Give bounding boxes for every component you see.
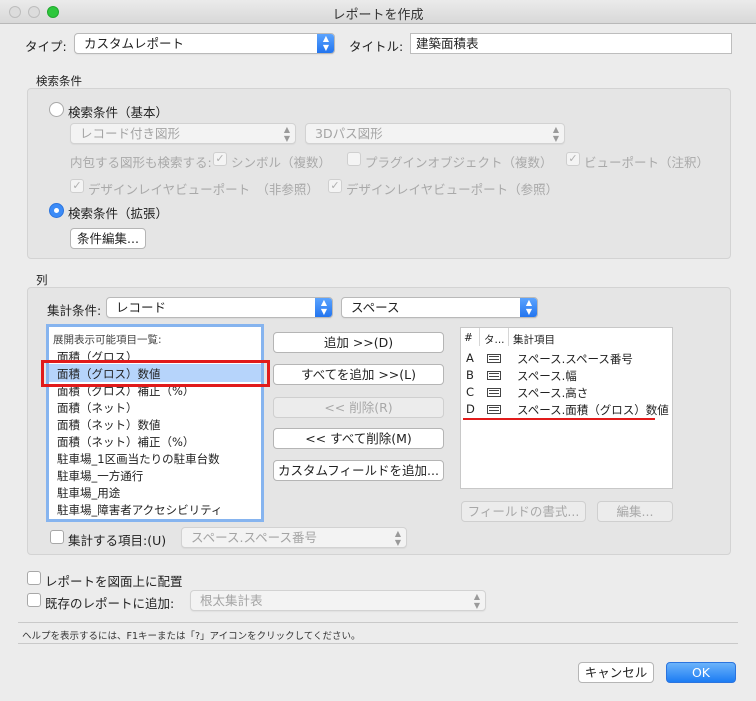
symbol-label: シンボル（複数） (231, 155, 332, 170)
path-shape-popup[interactable]: 3Dパス図形 ▲ ▼ (305, 123, 565, 144)
table-row-letter: D (466, 402, 475, 416)
type-label: タイプ: (25, 39, 67, 54)
plugin-checkbox[interactable] (347, 152, 361, 166)
red-underline (463, 418, 655, 420)
title-label: タイトル: (349, 39, 404, 54)
advanced-search-radio[interactable] (49, 203, 64, 218)
add-button[interactable]: 追加 >>(D) (273, 332, 444, 353)
table-row-item[interactable]: スペース.幅 (517, 368, 577, 384)
viewport-label: ビューポート（注釈） (584, 155, 710, 170)
list-item[interactable]: 面積（ネット） (57, 400, 138, 416)
summarize-checkbox[interactable] (50, 530, 64, 544)
summarize-value: スペース.スペース番号 (191, 530, 317, 545)
available-list-header: 展開表示可能項目一覧: (53, 334, 162, 346)
red-annotation-box (41, 360, 270, 387)
remove-all-button[interactable]: << すべて削除(M) (273, 428, 444, 449)
table-row-letter: B (466, 368, 474, 382)
edit-criteria-button[interactable]: 条件編集... (70, 228, 146, 249)
aggregation-label: 集計条件: (47, 303, 102, 318)
ok-button[interactable]: OK (666, 662, 736, 683)
popup-stepper-icon: ▲ ▼ (520, 298, 537, 317)
help-bottom-divider (18, 643, 738, 644)
place-on-drawing-label: レポートを図面上に配置 (45, 574, 183, 589)
record-shape-popup[interactable]: レコード付き図形 ▲ ▼ (70, 123, 296, 144)
popup-stepper-icon: ▲ ▼ (552, 125, 559, 143)
help-top-divider (18, 622, 738, 623)
popup-stepper-icon: ▲ ▼ (315, 298, 332, 317)
table-column-divider (508, 328, 509, 346)
basic-search-radio[interactable] (49, 102, 64, 117)
help-text: ヘルプを表示するには、F1キーまたは「?」アイコンをクリックしてください。 (22, 631, 361, 642)
list-item[interactable]: 駐車場_用途 (57, 485, 120, 501)
record-field-icon (487, 371, 501, 380)
dlvp-noref-label: デザインレイヤビューポート （非参照） (88, 182, 319, 197)
symbol-checkbox[interactable]: ✓ (213, 152, 227, 166)
table-header-type: タ... (484, 334, 505, 346)
list-item[interactable]: 面積（ネット）数値 (57, 417, 161, 433)
record-field-icon (487, 354, 501, 363)
aggregation-value: レコード (116, 300, 167, 315)
existing-report-popup[interactable]: 根太集計表 ▲ ▼ (190, 590, 486, 611)
type-popup[interactable]: カスタムレポート ▲ ▼ (74, 33, 335, 54)
dlvp-ref-label: デザインレイヤビューポート（参照） (346, 182, 559, 197)
record-shape-value: レコード付き図形 (80, 126, 181, 141)
aggregation-popup[interactable]: レコード ▲ ▼ (106, 297, 333, 318)
record-field-icon (487, 388, 501, 397)
basic-search-label: 検索条件（基本） (68, 105, 169, 120)
list-item[interactable]: 駐車場_1区画当たりの駐車台数 (57, 451, 220, 467)
add-to-existing-label: 既存のレポートに追加: (45, 596, 175, 611)
title-input[interactable]: 建築面積表 (410, 33, 732, 54)
summarize-label: 集計する項目:(U) (68, 533, 167, 548)
list-item[interactable]: 駐車場_障害者アクセシビリティ (57, 502, 222, 518)
dlvp-ref-checkbox[interactable]: ✓ (328, 179, 342, 193)
table-row-item[interactable]: スペース.面積（グロス）数値 (517, 402, 669, 418)
record-value: スペース (351, 300, 400, 315)
table-row-item[interactable]: スペース.スペース番号 (517, 351, 633, 367)
path-shape-value: 3Dパス図形 (315, 126, 383, 141)
search-section-title: 検索条件 (36, 74, 82, 88)
window-title: レポートを作成 (332, 8, 424, 23)
place-on-drawing-checkbox[interactable] (27, 571, 41, 585)
remove-button[interactable]: << 削除(R) (273, 397, 444, 418)
list-item[interactable]: 駐車場_一方通行 (57, 468, 143, 484)
record-popup[interactable]: スペース ▲ ▼ (341, 297, 538, 318)
popup-stepper-icon: ▲ ▼ (283, 125, 290, 143)
plugin-label: プラグインオブジェクト（複数） (365, 155, 553, 170)
popup-stepper-icon: ▲ ▼ (473, 592, 480, 610)
popup-stepper-icon: ▲ ▼ (394, 529, 401, 547)
add-all-button[interactable]: すべてを追加 >>(L) (273, 364, 444, 385)
field-format-button[interactable]: フィールドの書式... (461, 501, 586, 522)
advanced-search-label: 検索条件（拡張） (68, 206, 169, 221)
existing-report-value: 根太集計表 (200, 593, 263, 608)
viewport-checkbox[interactable]: ✓ (566, 152, 580, 166)
table-header-item: 集計項目 (513, 334, 555, 346)
columns-section-title: 列 (36, 273, 48, 287)
list-item[interactable]: 面積（ネット）補正（%） (57, 434, 194, 450)
table-row-item[interactable]: スペース.高さ (517, 385, 588, 401)
edit-column-button[interactable]: 編集... (597, 501, 673, 522)
record-field-icon (487, 405, 501, 414)
dlvp-noref-checkbox[interactable]: ✓ (70, 179, 84, 193)
table-row-letter: A (466, 351, 474, 365)
table-header-num: # (464, 332, 473, 344)
table-row-letter: C (466, 385, 475, 399)
type-value: カスタムレポート (84, 36, 185, 51)
cancel-button[interactable]: キャンセル (578, 662, 654, 683)
add-to-existing-checkbox[interactable] (27, 593, 41, 607)
popup-stepper-icon: ▲ ▼ (317, 34, 334, 53)
include-label: 内包する図形も検索する: (70, 155, 212, 170)
summarize-popup[interactable]: スペース.スペース番号 ▲ ▼ (181, 527, 407, 548)
table-column-divider (479, 328, 480, 346)
add-custom-field-button[interactable]: カスタムフィールドを追加... (273, 460, 444, 481)
